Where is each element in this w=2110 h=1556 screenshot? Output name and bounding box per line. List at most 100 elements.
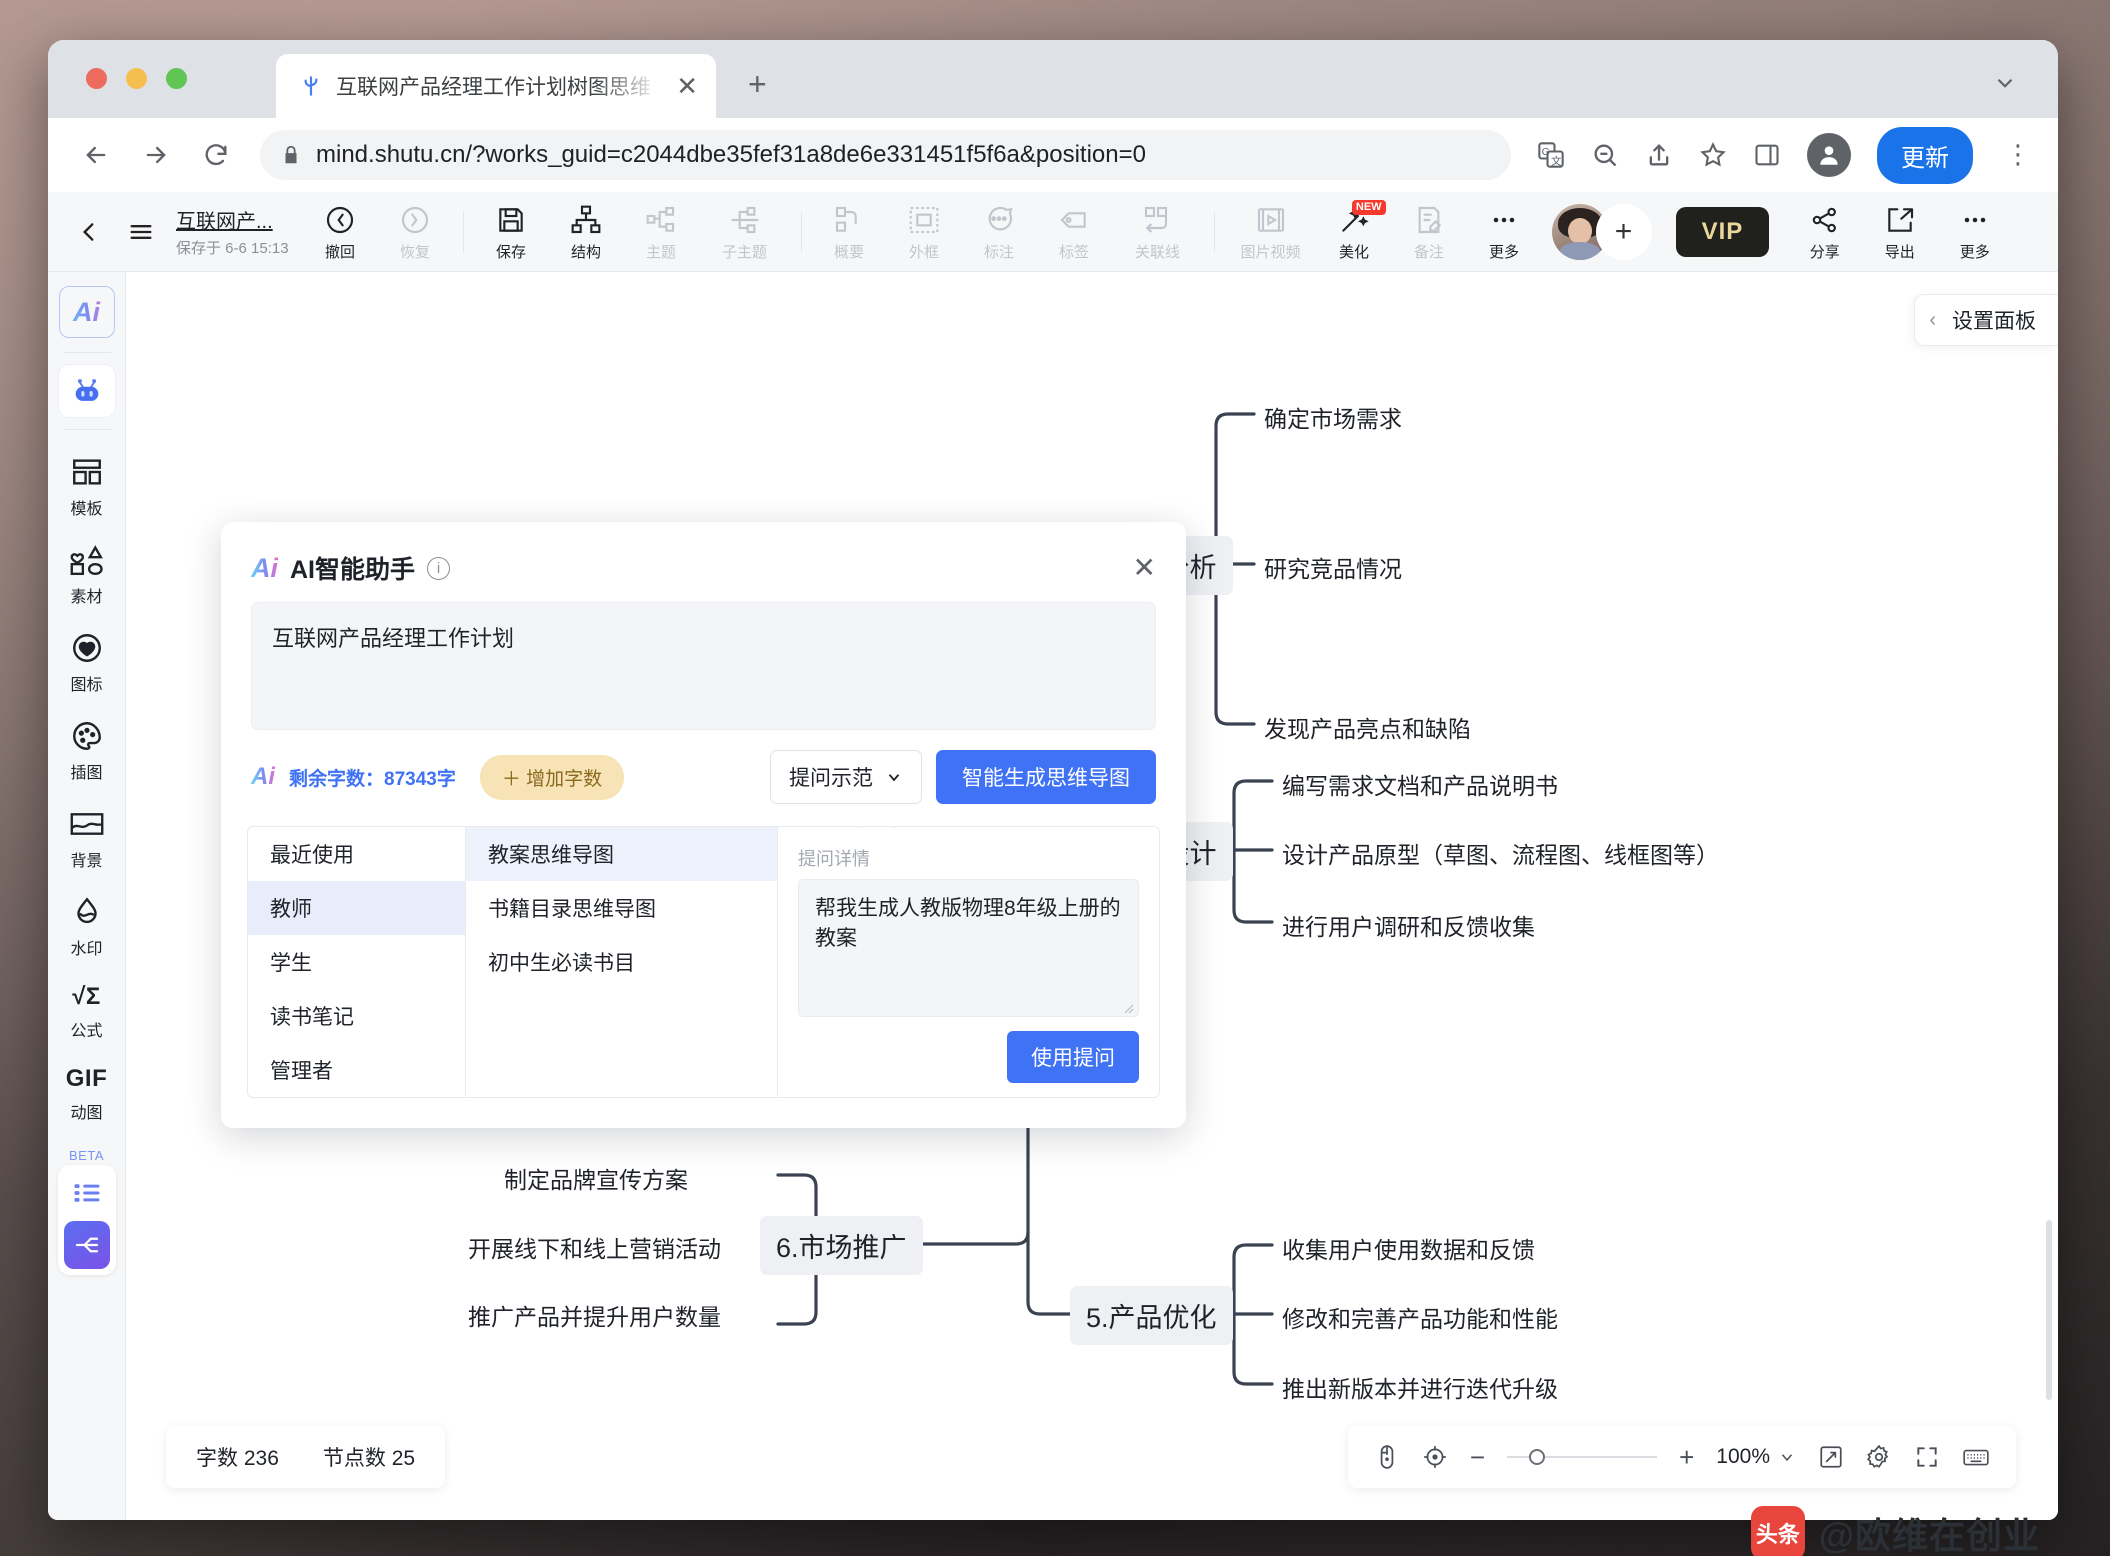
rail-item-formula[interactable]: √Σ 公式: [48, 970, 126, 1052]
close-window-button[interactable]: [86, 68, 107, 89]
minimize-window-button[interactable]: [126, 68, 147, 89]
document-title[interactable]: 互联网产...: [176, 205, 289, 234]
mindmap-leaf[interactable]: 开展线下和线上营销活动: [468, 1230, 721, 1264]
toolbar-more-button[interactable]: 更多: [1467, 202, 1542, 262]
detail-textarea[interactable]: 帮我生成人教版物理8年级上册的教案: [798, 879, 1139, 1017]
category-item[interactable]: 最近使用: [248, 827, 465, 881]
app-hamburger-menu-icon[interactable]: [114, 218, 168, 246]
star-icon[interactable]: [1699, 141, 1727, 169]
rail-ai-button[interactable]: Ai: [58, 286, 115, 338]
list-item[interactable]: 教案思维导图: [466, 827, 777, 881]
translate-icon[interactable]: G文: [1537, 141, 1565, 169]
mouse-mode-icon[interactable]: [1374, 1444, 1400, 1470]
zoom-in-button[interactable]: +: [1679, 1444, 1694, 1470]
mindmap-leaf[interactable]: 发现产品亮点和缺陷: [1264, 710, 1471, 744]
example-prompt-select[interactable]: 提问示范: [770, 750, 922, 804]
toolbar-undo-button[interactable]: 撤回: [303, 202, 378, 262]
vip-button[interactable]: VIP: [1675, 206, 1770, 257]
tab-list-chevron-down-icon[interactable]: [1992, 70, 2018, 101]
keyboard-icon[interactable]: [1962, 1444, 1990, 1470]
toolbar-beautify-button[interactable]: NEW 美化: [1317, 199, 1392, 262]
fullscreen-icon[interactable]: [1914, 1444, 1940, 1470]
list-item[interactable]: 初中生必读书目: [466, 935, 777, 989]
mindmap-leaf[interactable]: 确定市场需求: [1264, 400, 1402, 434]
zoom-slider[interactable]: [1507, 1449, 1658, 1465]
toolbar-summary-button[interactable]: 概要: [812, 202, 887, 262]
rail-mindmap-mode-button[interactable]: [63, 1221, 110, 1269]
add-words-button[interactable]: ＋ 增加字数: [479, 754, 625, 800]
mindmap-leaf[interactable]: 设计产品原型（草图、流程图、线框图等）: [1282, 836, 1719, 870]
mindmap-branch-6[interactable]: 6.市场推广: [760, 1216, 923, 1275]
mindmap-leaf[interactable]: 推广产品并提升用户数量: [468, 1298, 721, 1332]
category-item[interactable]: 管理者: [248, 1043, 465, 1097]
reload-icon[interactable]: [194, 133, 238, 177]
toolbar-redo-button[interactable]: 恢复: [378, 202, 453, 262]
generate-mindmap-button[interactable]: 智能生成思维导图: [936, 750, 1156, 804]
add-collaborator-button[interactable]: +: [1595, 203, 1652, 260]
forward-arrow-icon[interactable]: [134, 133, 178, 177]
mindmap-leaf[interactable]: 研究竞品情况: [1264, 550, 1402, 584]
mindmap-leaf[interactable]: 编写需求文档和产品说明书: [1282, 767, 1558, 801]
profile-icon[interactable]: [1807, 133, 1851, 177]
toolbar-save-button[interactable]: 保存: [474, 202, 549, 262]
toolbar-export-button[interactable]: 导出: [1862, 202, 1937, 262]
share-icon[interactable]: [1645, 141, 1673, 169]
category-item[interactable]: 学生: [248, 935, 465, 989]
app-back-icon[interactable]: [64, 217, 114, 247]
toolbar-comment-button[interactable]: 标注: [962, 202, 1037, 262]
zoom-out-button[interactable]: −: [1470, 1444, 1485, 1470]
rail-item-material[interactable]: 素材: [48, 530, 126, 618]
toolbar-more2-button[interactable]: 更多: [1937, 202, 2012, 262]
rail-item-gif[interactable]: GIF 动图: [48, 1052, 126, 1134]
mindmap-leaf[interactable]: 进行用户调研和反馈收集: [1282, 908, 1535, 942]
resize-grip-icon[interactable]: [1120, 999, 1134, 1014]
zoom-slider-knob[interactable]: [1529, 1449, 1546, 1465]
rail-item-template[interactable]: 模板: [48, 442, 126, 530]
mindmap-leaf[interactable]: 修改和完善产品功能和性能: [1282, 1300, 1558, 1334]
maximize-window-button[interactable]: [166, 68, 187, 89]
update-button[interactable]: 更新: [1877, 126, 1973, 184]
info-icon[interactable]: i: [427, 556, 451, 580]
new-tab-icon[interactable]: +: [748, 68, 767, 100]
zoom-out-icon[interactable]: [1591, 141, 1619, 169]
mindmap-leaf[interactable]: 收集用户使用数据和反馈: [1282, 1231, 1535, 1265]
address-bar[interactable]: mind.shutu.cn/?works_guid=c2044dbe35fef3…: [260, 130, 1511, 180]
category-item[interactable]: 读书笔记: [248, 989, 465, 1043]
toolbar-structure-button[interactable]: 结构: [549, 202, 624, 262]
gear-icon[interactable]: [1866, 1444, 1892, 1470]
mindmap-branch-5[interactable]: 5.产品优化: [1070, 1286, 1233, 1345]
fit-screen-icon[interactable]: [1818, 1444, 1844, 1470]
rail-item-icon[interactable]: 图标: [48, 618, 126, 706]
rail-item-watermark[interactable]: 水印: [48, 882, 126, 970]
settings-panel-toggle[interactable]: ‹ 设置面板: [1914, 294, 2058, 346]
toolbar-outline-box-button[interactable]: 外框: [887, 202, 962, 262]
close-icon[interactable]: ✕: [1133, 554, 1156, 582]
rail-item-illustration[interactable]: 插图: [48, 706, 126, 794]
browser-tab[interactable]: 互联网产品经理工作计划树图思维 ✕: [276, 54, 716, 118]
use-prompt-button[interactable]: 使用提问: [1007, 1031, 1139, 1083]
toolbar-note-button[interactable]: 备注: [1392, 202, 1467, 262]
toolbar-subtheme-button[interactable]: 子主题: [699, 202, 791, 262]
ai-prompt-input[interactable]: 互联网产品经理工作计划: [251, 602, 1156, 730]
rail-robot-assistant-button[interactable]: [58, 365, 115, 417]
canvas-vertical-scrollbar[interactable]: [2046, 1220, 2052, 1400]
document-title-block[interactable]: 互联网产... 保存于 6-6 15:13: [176, 205, 289, 258]
zoom-percent-select[interactable]: 100%: [1716, 1445, 1796, 1469]
category-item[interactable]: 教师: [248, 881, 465, 935]
tab-close-icon[interactable]: ✕: [672, 73, 702, 99]
rail-item-background[interactable]: 背景: [48, 794, 126, 882]
toolbar-relation-line-button[interactable]: 关联线: [1112, 202, 1204, 262]
side-panel-icon[interactable]: [1753, 141, 1781, 169]
mindmap-leaf[interactable]: 制定品牌宣传方案: [504, 1161, 688, 1195]
toolbar-share-button[interactable]: 分享: [1787, 202, 1862, 262]
toolbar-media-button[interactable]: 图片视频: [1225, 202, 1317, 262]
toolbar-tag-button[interactable]: 标签: [1037, 202, 1112, 262]
center-target-icon[interactable]: [1422, 1444, 1448, 1470]
kebab-menu-icon[interactable]: ⋮: [1999, 142, 2032, 167]
list-item[interactable]: 书籍目录思维导图: [466, 881, 777, 935]
back-arrow-icon[interactable]: [74, 133, 118, 177]
rail-outline-list-button[interactable]: [63, 1171, 110, 1215]
mindmap-canvas[interactable]: ‹ 设置面板 确定市场需求 研究竞品情况 发现产品亮点和缺陷 编写需求文档和产品…: [126, 272, 2058, 1520]
mindmap-leaf[interactable]: 推出新版本并进行迭代升级: [1282, 1370, 1558, 1404]
toolbar-theme-button[interactable]: 主题: [624, 202, 699, 262]
